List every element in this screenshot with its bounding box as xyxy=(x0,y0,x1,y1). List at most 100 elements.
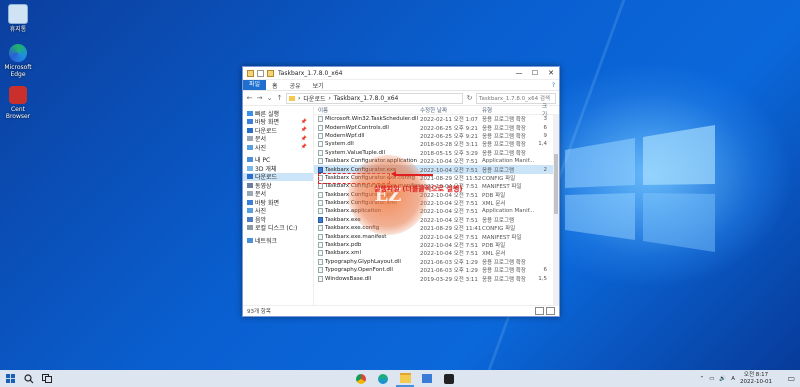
up-arrow-icon[interactable]: ↑ xyxy=(276,94,283,102)
task-view-button[interactable] xyxy=(38,370,56,387)
file-row[interactable]: Taskbarx.exe 2022-10-04 오전 7:51 응용 프로그램 xyxy=(314,216,559,224)
taskbar-app[interactable] xyxy=(440,370,458,387)
file-row[interactable]: System.ValueTuple.dll 2018-05-15 오후 3:29 응… xyxy=(314,149,559,157)
clock[interactable]: 오전 8:17 2022-10-01 xyxy=(740,372,772,385)
details-view-icon[interactable] xyxy=(535,307,544,315)
file-row[interactable]: Typography.GlyphLayout.dll 2021-06-03 오후 … xyxy=(314,258,559,266)
file-icon xyxy=(318,158,323,165)
nav-downloads-pc[interactable]: 다운로드 xyxy=(243,172,313,181)
new-folder-icon[interactable] xyxy=(267,69,274,77)
taskbar-edge[interactable] xyxy=(374,370,392,387)
refresh-icon[interactable]: ↻ xyxy=(466,94,473,102)
view-buttons xyxy=(535,307,555,315)
scrollbar-thumb[interactable] xyxy=(554,154,558,214)
file-icon xyxy=(318,242,323,249)
file-row[interactable]: Taskbarx.exe.config 2021-08-29 오전 11:41 CO… xyxy=(314,224,559,232)
file-type: 응용 프로그램 확장 xyxy=(482,125,526,132)
nav-this-pc[interactable]: 내 PC xyxy=(243,156,313,164)
breadcrumb-downloads[interactable]: 다운로드 xyxy=(303,94,325,103)
file-date: 2022-10-04 오전 7:51 xyxy=(420,251,478,258)
pin-icon: 📌 xyxy=(300,144,307,151)
desktop-icon-edge[interactable]: Microsoft Edge xyxy=(0,44,36,78)
file-date: 2022-10-04 오전 7:51 xyxy=(420,217,478,224)
nav-network[interactable]: 네트워크 xyxy=(243,236,313,245)
pin-icon: 📌 xyxy=(300,127,307,134)
file-name-cell: Microsoft.Win32.TaskScheduler.dll xyxy=(314,116,420,123)
nav-desktop[interactable]: 바탕 화면 📌 xyxy=(243,118,313,126)
maximize-button[interactable]: ☐ xyxy=(527,67,543,79)
edge-icon xyxy=(378,373,388,384)
nav-pictures-pc[interactable]: 사진 xyxy=(243,207,313,215)
column-size[interactable]: 크기 xyxy=(537,102,547,118)
taskbar-store[interactable] xyxy=(418,370,436,387)
title-bar[interactable]: Taskbarx_1.7.8.0_x64 — ☐ ✕ xyxy=(243,67,559,80)
chevron-down-icon[interactable]: ⌄ xyxy=(266,94,273,102)
file-icon xyxy=(318,183,323,190)
desktop-icon-recycle-bin[interactable]: 휴지통 xyxy=(0,4,36,33)
properties-icon[interactable] xyxy=(257,69,264,77)
file-type: 응용 프로그램 확장 xyxy=(482,150,526,157)
column-name[interactable]: 이름 xyxy=(314,106,420,114)
help-button[interactable]: ? xyxy=(552,82,559,89)
file-row[interactable]: ModernWpf.Controls.dll 2022-06-25 오후 9:21… xyxy=(314,123,559,132)
nav-3d-objects[interactable]: 3D 개체 xyxy=(243,164,313,173)
column-date[interactable]: 수정한 날짜 xyxy=(420,106,482,114)
file-row[interactable]: Typography.OpenFont.dll 2021-06-03 오후 1:2… xyxy=(314,266,559,274)
nav-label: 로컬 디스크 (C:) xyxy=(255,225,298,233)
file-row[interactable]: Taskbarx.xml 2022-10-04 오전 7:51 XML 문서 xyxy=(314,249,559,257)
file-row[interactable]: Microsoft.Win32.TaskScheduler.dll 2022-02… xyxy=(314,115,559,123)
search-icon xyxy=(24,373,34,383)
large-icons-view-icon[interactable] xyxy=(546,307,555,315)
taskbar-chrome[interactable] xyxy=(352,370,370,387)
annotation-arrow-icon xyxy=(391,171,433,177)
forward-arrow-icon[interactable]: → xyxy=(256,94,263,102)
volume-icon[interactable]: 🔊 xyxy=(719,376,726,382)
nav-videos[interactable]: 동영상 xyxy=(243,181,313,190)
file-row[interactable]: System.dll 2018-03-28 오전 3:11 응용 프로그램 확장 1,… xyxy=(314,140,559,148)
file-icon xyxy=(318,258,323,265)
breadcrumb-separator-icon: › xyxy=(328,94,331,102)
file-name: Taskbarx.pdb xyxy=(325,242,362,249)
nav-quick-access[interactable]: 빠른 실행 xyxy=(243,109,313,118)
taskbar-file-explorer[interactable] xyxy=(396,370,414,387)
language-indicator[interactable]: A xyxy=(731,376,735,382)
tab-share[interactable]: 공유 xyxy=(284,81,307,90)
chrome-icon xyxy=(356,373,366,384)
search-button[interactable] xyxy=(20,370,38,387)
desktop-icon-label: Microsoft Edge xyxy=(4,64,32,78)
nav-pictures[interactable]: 사진 📌 xyxy=(243,143,313,152)
address-bar[interactable]: › 다운로드 › Taskbarx_1.7.8.0_x64 xyxy=(286,92,463,104)
address-toolbar: ← → ⌄ ↑ › 다운로드 › Taskbarx_1.7.8.0_x64 ↻ … xyxy=(243,91,559,106)
minimize-button[interactable]: — xyxy=(511,67,527,79)
breadcrumb-folder[interactable]: Taskbarx_1.7.8.0_x64 xyxy=(334,95,398,102)
start-button[interactable] xyxy=(0,374,20,383)
file-row[interactable]: ModernWpf.dll 2022-06-25 오후 9:21 응용 프로그램 확… xyxy=(314,132,559,140)
column-type[interactable]: 유형 xyxy=(482,106,537,114)
close-button[interactable]: ✕ xyxy=(543,67,559,79)
watermark-logo: EZ xyxy=(348,155,428,235)
file-row[interactable]: Taskbarx.exe.manifest 2022-10-04 오전 7:51 M… xyxy=(314,232,559,241)
desktop-icon-cent-browser[interactable]: Cent Browser xyxy=(0,86,36,120)
vertical-scrollbar[interactable] xyxy=(553,114,559,306)
back-arrow-icon[interactable]: ← xyxy=(246,94,253,102)
nav-documents[interactable]: 문서 📌 xyxy=(243,135,313,143)
network-icon[interactable]: ▭ xyxy=(709,376,714,382)
cube-icon xyxy=(247,165,253,171)
column-header-row: 이름 수정한 날짜 유형 크기 xyxy=(314,102,559,118)
nav-downloads[interactable]: 다운로드 📌 xyxy=(243,126,313,135)
nav-local-disk[interactable]: 로컬 디스크 (C:) xyxy=(243,224,313,233)
file-row[interactable]: Taskbarx Configurator.application2022-10… xyxy=(314,157,559,165)
file-row[interactable]: WindowsBase.dll 2019-03-29 오전 3:11 응용 프로그램… xyxy=(314,274,559,283)
tab-home[interactable]: 홈 xyxy=(266,81,284,90)
nav-music[interactable]: 음악 xyxy=(243,215,313,224)
document-icon xyxy=(247,136,253,142)
file-type: 응용 프로그램 확장 xyxy=(482,259,526,266)
nav-documents-pc[interactable]: 문서 xyxy=(243,190,313,198)
file-name-cell: System.dll xyxy=(314,141,420,148)
file-row[interactable]: Taskbarx.pdb 2022-10-04 오전 7:51 PDB 파일 xyxy=(314,241,559,249)
nav-desktop-pc[interactable]: 바탕 화면 xyxy=(243,198,313,207)
notification-icon[interactable]: ▭ xyxy=(787,374,795,383)
tab-view[interactable]: 보기 xyxy=(307,81,330,90)
chevron-up-icon[interactable]: ⌃ xyxy=(700,376,705,382)
tab-file[interactable]: 파일 xyxy=(243,80,267,90)
